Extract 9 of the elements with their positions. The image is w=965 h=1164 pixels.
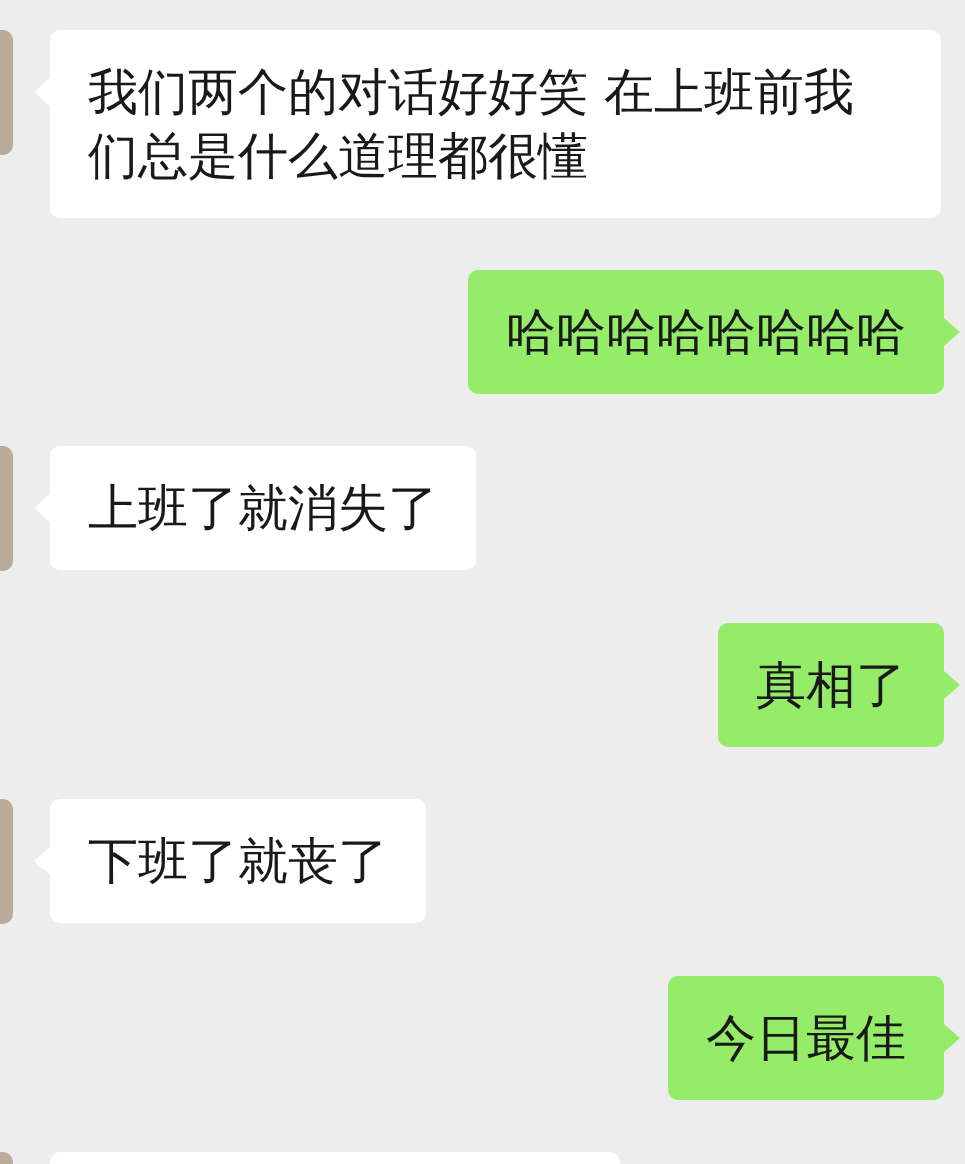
- message-bubble: 下班了就丧了: [50, 799, 426, 923]
- message-bubble: 上班了就消失了: [50, 446, 476, 570]
- message-bubble: 真相了: [718, 623, 944, 747]
- bubble-tail-icon: [944, 1024, 960, 1052]
- message-bubble: 今日最佳: [668, 976, 944, 1100]
- message-bubble: 哈哈哈哈哈哈哈哈: [468, 270, 944, 394]
- bubble-tail-icon: [944, 671, 960, 699]
- bubble-tail-icon: [944, 318, 960, 346]
- message-bubble: 我们两个的对话好好笑 在上班前我们总是什么道理都很懂: [50, 30, 941, 218]
